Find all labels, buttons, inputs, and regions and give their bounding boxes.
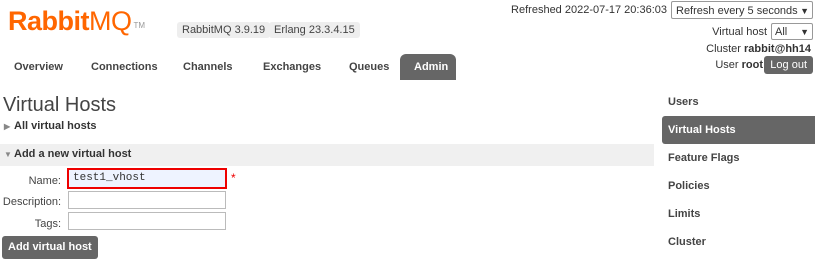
user-value: root [741,59,763,71]
sidebar-item-policies[interactable]: Policies [662,172,815,200]
sidebar-item-users[interactable]: Users [662,88,815,116]
tags-label: Tags: [34,218,61,230]
user-label: User [715,59,739,71]
tab-connections[interactable]: Connections [77,54,169,80]
sidebar-item-limits[interactable]: Limits [662,200,815,228]
name-input[interactable]: test1_vhost [67,168,227,189]
triangle-down-icon: ▼ [4,150,12,159]
all-virtual-hosts-toggle[interactable]: ▶ All virtual hosts [4,116,97,136]
add-virtual-host-button[interactable]: Add virtual host [2,236,98,259]
all-virtual-hosts-label: All virtual hosts [14,120,97,132]
tab-exchanges[interactable]: Exchanges [249,54,335,80]
description-label: Description: [2,196,61,208]
user-info: User root [715,59,763,71]
page-title: Virtual Hosts [3,94,117,116]
sidebar-item-feature-flags[interactable]: Feature Flags [662,144,815,172]
tags-input[interactable] [68,212,226,230]
tab-channels[interactable]: Channels [169,54,249,80]
cluster-info: Cluster rabbit@hh14 [706,43,811,55]
refreshed-timestamp: Refreshed 2022-07-17 20:36:03 [511,4,667,16]
refresh-select-value: Refresh every 5 seconds [676,5,798,17]
required-indicator: * [231,171,236,185]
admin-sidebar: Users Virtual Hosts Feature Flags Polici… [662,88,815,256]
add-vhost-label: Add a new virtual host [14,148,132,160]
sidebar-item-cluster[interactable]: Cluster [662,228,815,256]
virtual-host-select[interactable]: All ▼ [771,23,813,40]
cluster-value: rabbit@hh14 [744,43,811,55]
virtual-host-label: Virtual host [712,26,767,38]
sidebar-item-virtual-hosts[interactable]: Virtual Hosts [662,116,815,144]
add-vhost-toggle[interactable]: ▼ Add a new virtual host [4,144,131,164]
triangle-right-icon: ▶ [4,122,11,131]
logout-button[interactable]: Log out [764,56,813,74]
tab-admin[interactable]: Admin [400,54,456,80]
name-label: Name: [28,175,61,187]
refresh-interval-select[interactable]: Refresh every 5 seconds ▼ [671,1,813,19]
chevron-down-icon: ▼ [800,27,809,37]
chevron-down-icon: ▼ [800,6,809,16]
virtual-host-select-value: All [775,26,788,38]
tab-queues[interactable]: Queues [335,54,394,80]
tab-overview[interactable]: Overview [0,54,77,80]
description-input[interactable] [68,191,226,209]
cluster-label: Cluster [706,43,741,55]
main-nav-tabs: Overview Connections Channels Exchanges … [0,54,456,80]
